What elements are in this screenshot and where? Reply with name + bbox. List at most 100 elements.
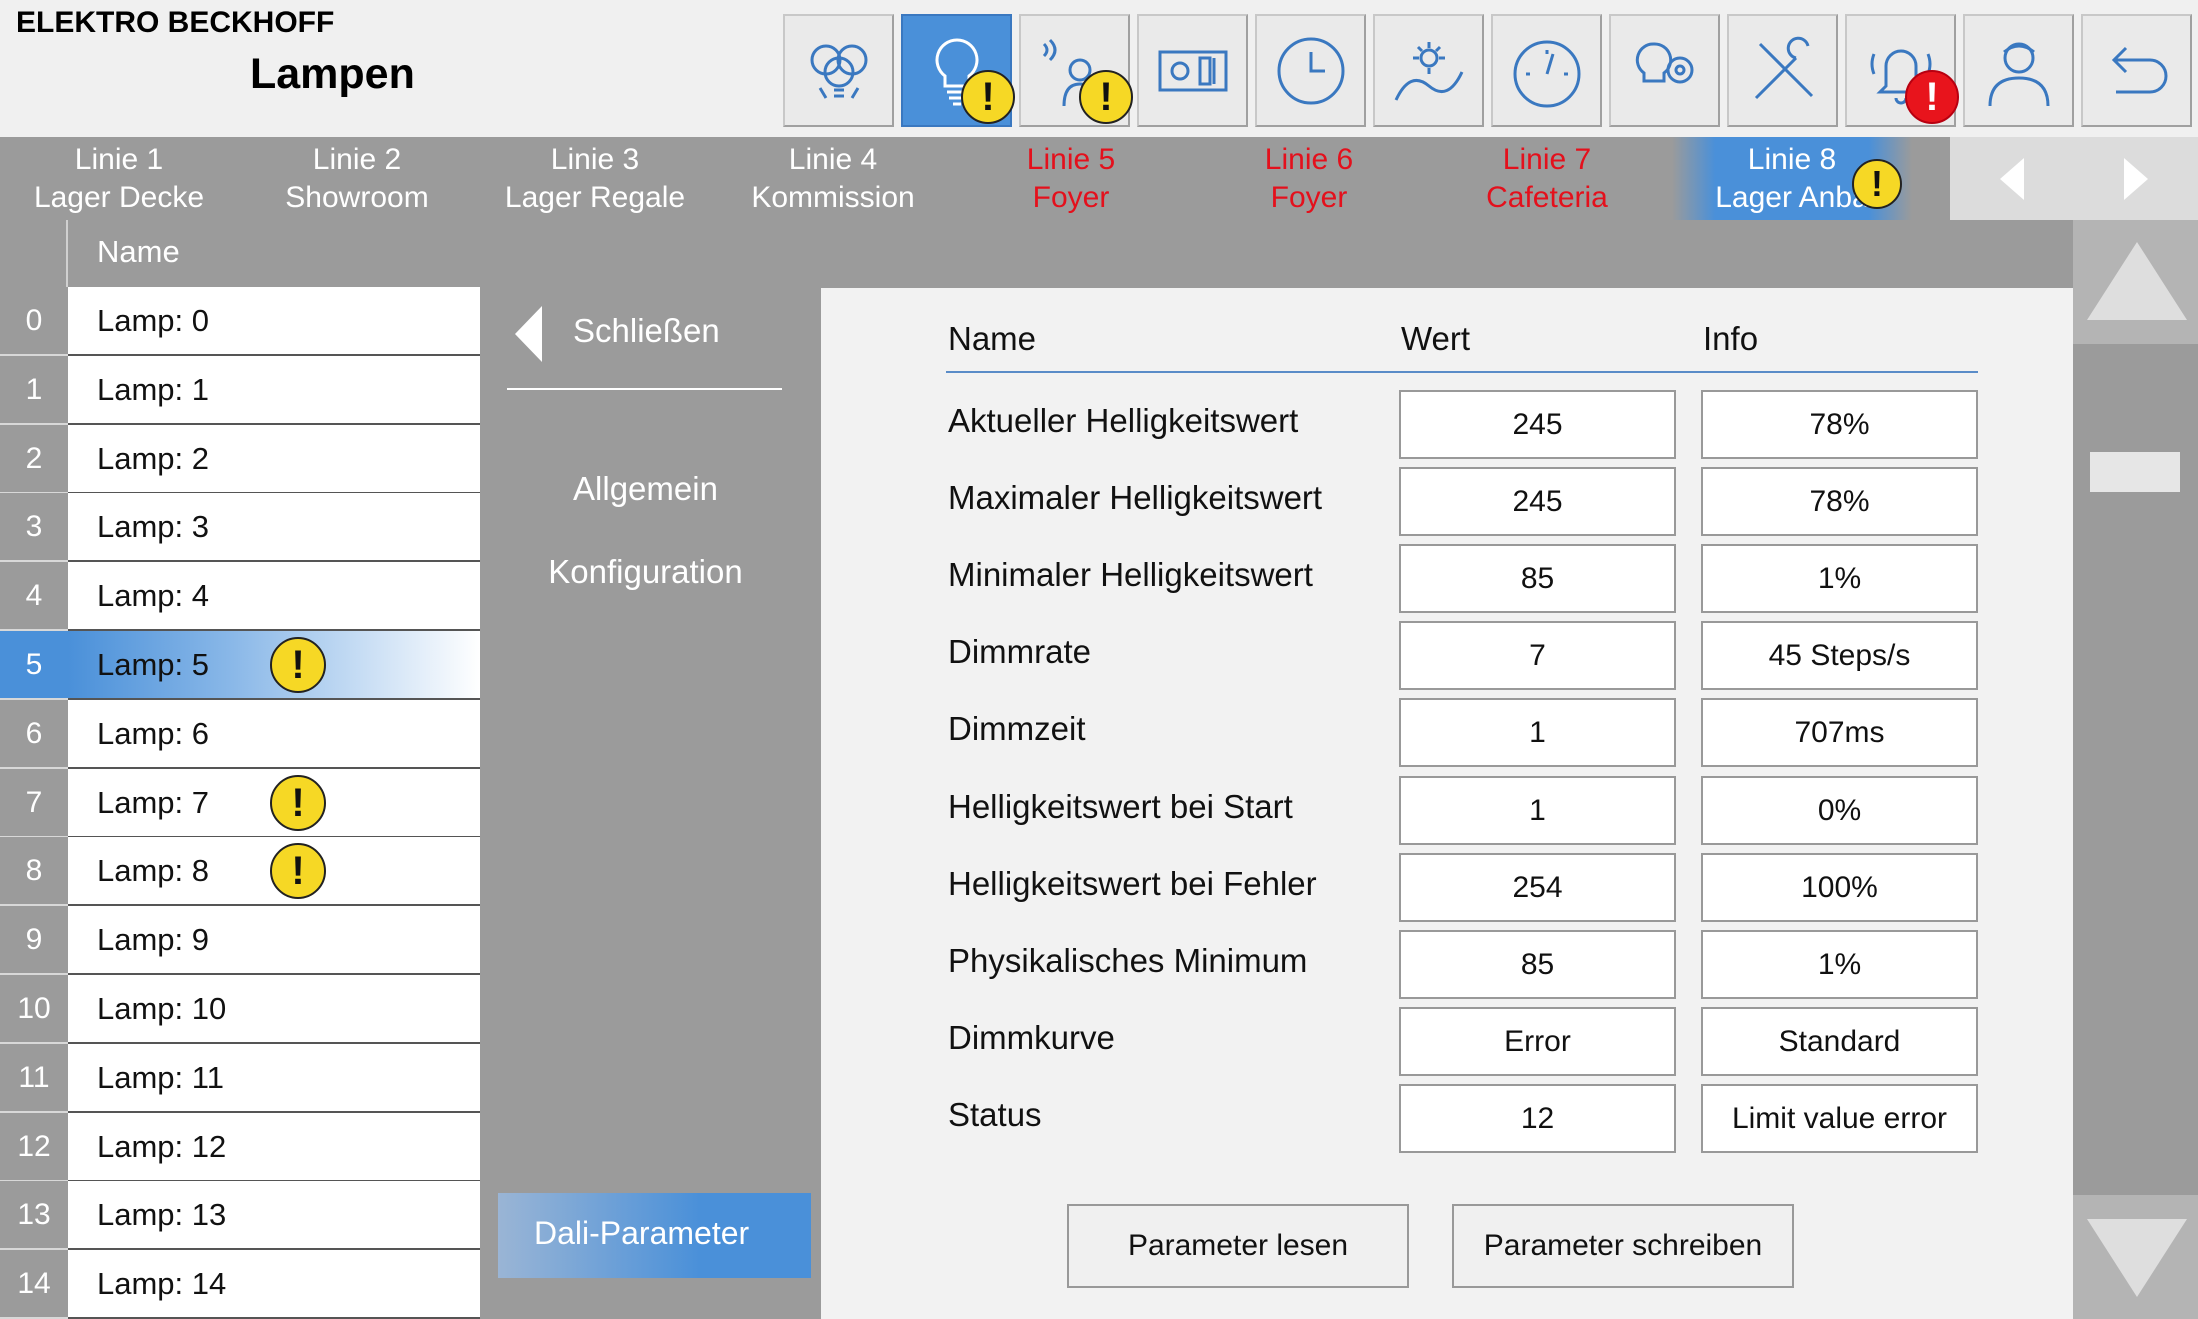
lamp-index: 14 (0, 1250, 68, 1319)
scroll-thumb[interactable] (2090, 452, 2180, 492)
settings-bulb-icon (1635, 41, 1693, 83)
lamp-name: Lamp: 6 (68, 700, 480, 769)
lamp-list-row[interactable]: 7 Lamp: 7! (0, 769, 480, 838)
lamp-list-row[interactable]: 1 Lamp: 1 (0, 356, 480, 425)
lamp-list-row[interactable]: 9 Lamp: 9 (0, 906, 480, 975)
parameter-value-field[interactable]: 1 (1399, 698, 1676, 767)
tab-linie-3[interactable]: Linie 3 Lager Regale (476, 137, 714, 220)
parameter-name: Status (948, 1096, 1042, 1133)
lamp-list-row[interactable]: 5 Lamp: 5! (0, 631, 480, 700)
parameter-name: Dimmrate (948, 633, 1092, 670)
lamp-list-row[interactable]: 4 Lamp: 4 (0, 562, 480, 631)
lamp-list-row[interactable]: 14 Lamp: 14 (0, 1250, 480, 1319)
nav-back-button[interactable] (2081, 14, 2192, 127)
lamp-name: Lamp: 1 (68, 356, 480, 425)
lamp-name: Lamp: 11 (68, 1044, 480, 1113)
lamp-list-row[interactable]: 12 Lamp: 12 (0, 1113, 480, 1182)
lamp-list-row[interactable]: 8 Lamp: 8! (0, 837, 480, 906)
arrow-up-icon (2087, 242, 2187, 320)
parameter-info-field: 1% (1701, 544, 1978, 613)
tab-linie-8[interactable]: Linie 8 Lager Anba ! (1672, 137, 1912, 220)
lamp-list-row[interactable]: 2 Lamp: 2 (0, 425, 480, 494)
menu-item-dali-parameter[interactable]: Dali-Parameter (498, 1193, 865, 1278)
write-parameters-button[interactable]: Parameter schreiben (1452, 1204, 1794, 1288)
parameter-value-field[interactable]: 12 (1399, 1084, 1676, 1153)
tab-prev-button[interactable] (1950, 137, 2074, 220)
lamp-index: 8 (0, 837, 68, 906)
tab-linie-1[interactable]: Linie 1 Lager Decke (0, 137, 238, 220)
nav-alarm-button[interactable]: ! (1845, 14, 1959, 127)
lamp-index: 0 (0, 287, 68, 356)
parameter-value-field[interactable]: 1 (1399, 776, 1676, 845)
read-parameters-button[interactable]: Parameter lesen (1067, 1204, 1409, 1288)
name-column-header: Name (97, 234, 180, 269)
parameter-info-field: 0% (1701, 776, 1978, 845)
parameter-value-field[interactable]: 7 (1399, 621, 1676, 690)
parameter-value-field[interactable]: 85 (1399, 930, 1676, 999)
tools-icon (1754, 36, 1813, 99)
parameter-value-field[interactable]: 245 (1399, 390, 1676, 459)
tab-linie-2[interactable]: Linie 2 Showroom (238, 137, 476, 220)
daylight-icon (1394, 41, 1463, 101)
lamp-list-row[interactable]: 6 Lamp: 6 (0, 700, 480, 769)
nav-presence-button[interactable]: ! (1019, 14, 1133, 127)
parameter-info-field: 45 Steps/s (1701, 621, 1978, 690)
lamp-name: Lamp: 2 (68, 425, 480, 494)
menu-item-allgemein[interactable]: Allgemein (480, 470, 811, 508)
nav-settings-button[interactable] (1609, 14, 1720, 127)
nav-lamp-button[interactable]: ! (901, 14, 1015, 127)
lamp-index: 6 (0, 700, 68, 769)
lamp-index: 1 (0, 356, 68, 425)
parameter-info-field: 78% (1701, 467, 1978, 536)
column-header-name: Name (948, 320, 1037, 357)
lamp-list-row[interactable]: 13 Lamp: 13 (0, 1181, 480, 1250)
parameter-value-field[interactable]: 254 (1399, 853, 1676, 922)
close-button[interactable]: Schließen (507, 298, 782, 390)
close-label: Schließen (573, 312, 720, 349)
chevron-left-icon (515, 306, 542, 362)
clock-icon (1277, 37, 1344, 104)
tab-linie-6[interactable]: Linie 6 Foyer (1190, 137, 1428, 220)
scrollbar[interactable] (2073, 220, 2198, 1319)
tab-linie-5[interactable]: Linie 5 Foyer (952, 137, 1190, 220)
parameter-info-field: 707ms (1701, 698, 1978, 767)
parameter-value-field[interactable]: Error (1399, 1007, 1676, 1076)
dali-label: Dali-Parameter (534, 1215, 750, 1251)
column-header-value: Wert (1401, 320, 1471, 357)
scroll-up-button[interactable] (2073, 220, 2198, 344)
user-icon (1988, 42, 2049, 106)
lamp-index: 3 (0, 493, 68, 562)
lamp-list-row[interactable]: 11 Lamp: 11 (0, 1044, 480, 1113)
menu-item-konfiguration[interactable]: Konfiguration (480, 553, 811, 591)
lamp-list-row[interactable]: 10 Lamp: 10 (0, 975, 480, 1044)
column-header-info: Info (1703, 320, 1759, 357)
parameter-name: Maximaler Helligkeitswert (948, 479, 1323, 516)
nav-blinds-button[interactable] (1137, 14, 1248, 127)
lamps-group-icon (810, 44, 867, 99)
nav-clock-button[interactable] (1255, 14, 1366, 127)
lamp-index: 11 (0, 1044, 68, 1113)
scroll-down-button[interactable] (2073, 1195, 2198, 1319)
lamp-list-header: Name (0, 220, 480, 287)
header-bar: ELEKTRO BECKHOFF Lampen ! ! ! (0, 0, 2198, 137)
nav-tools-button[interactable] (1727, 14, 1838, 127)
lamp-name: Lamp: 14 (68, 1250, 480, 1319)
parameter-value-field[interactable]: 245 (1399, 467, 1676, 536)
content-top-bar (811, 220, 2073, 288)
parameter-name: Physikalisches Minimum (948, 942, 1308, 979)
nav-daylight-button[interactable] (1373, 14, 1484, 127)
lamp-list-row[interactable]: 0 Lamp: 0 (0, 287, 480, 356)
parameter-info-field: 78% (1701, 390, 1978, 459)
nav-user-button[interactable] (1963, 14, 2074, 127)
lamp-name: Lamp: 3 (68, 493, 480, 562)
tab-linie-4[interactable]: Linie 4 Kommission (714, 137, 952, 220)
tab-next-button[interactable] (2074, 137, 2198, 220)
lamp-list-row[interactable]: 3 Lamp: 3 (0, 493, 480, 562)
tab-linie-7[interactable]: Linie 7 Cafeteria (1428, 137, 1666, 220)
nav-gauge-button[interactable] (1491, 14, 1602, 127)
nav-lamps-group-button[interactable] (783, 14, 894, 127)
lamp-name: Lamp: 9 (68, 906, 480, 975)
parameter-value-field[interactable]: 85 (1399, 544, 1676, 613)
blinds-control-icon (1158, 50, 1227, 91)
lamp-index: 12 (0, 1113, 68, 1182)
